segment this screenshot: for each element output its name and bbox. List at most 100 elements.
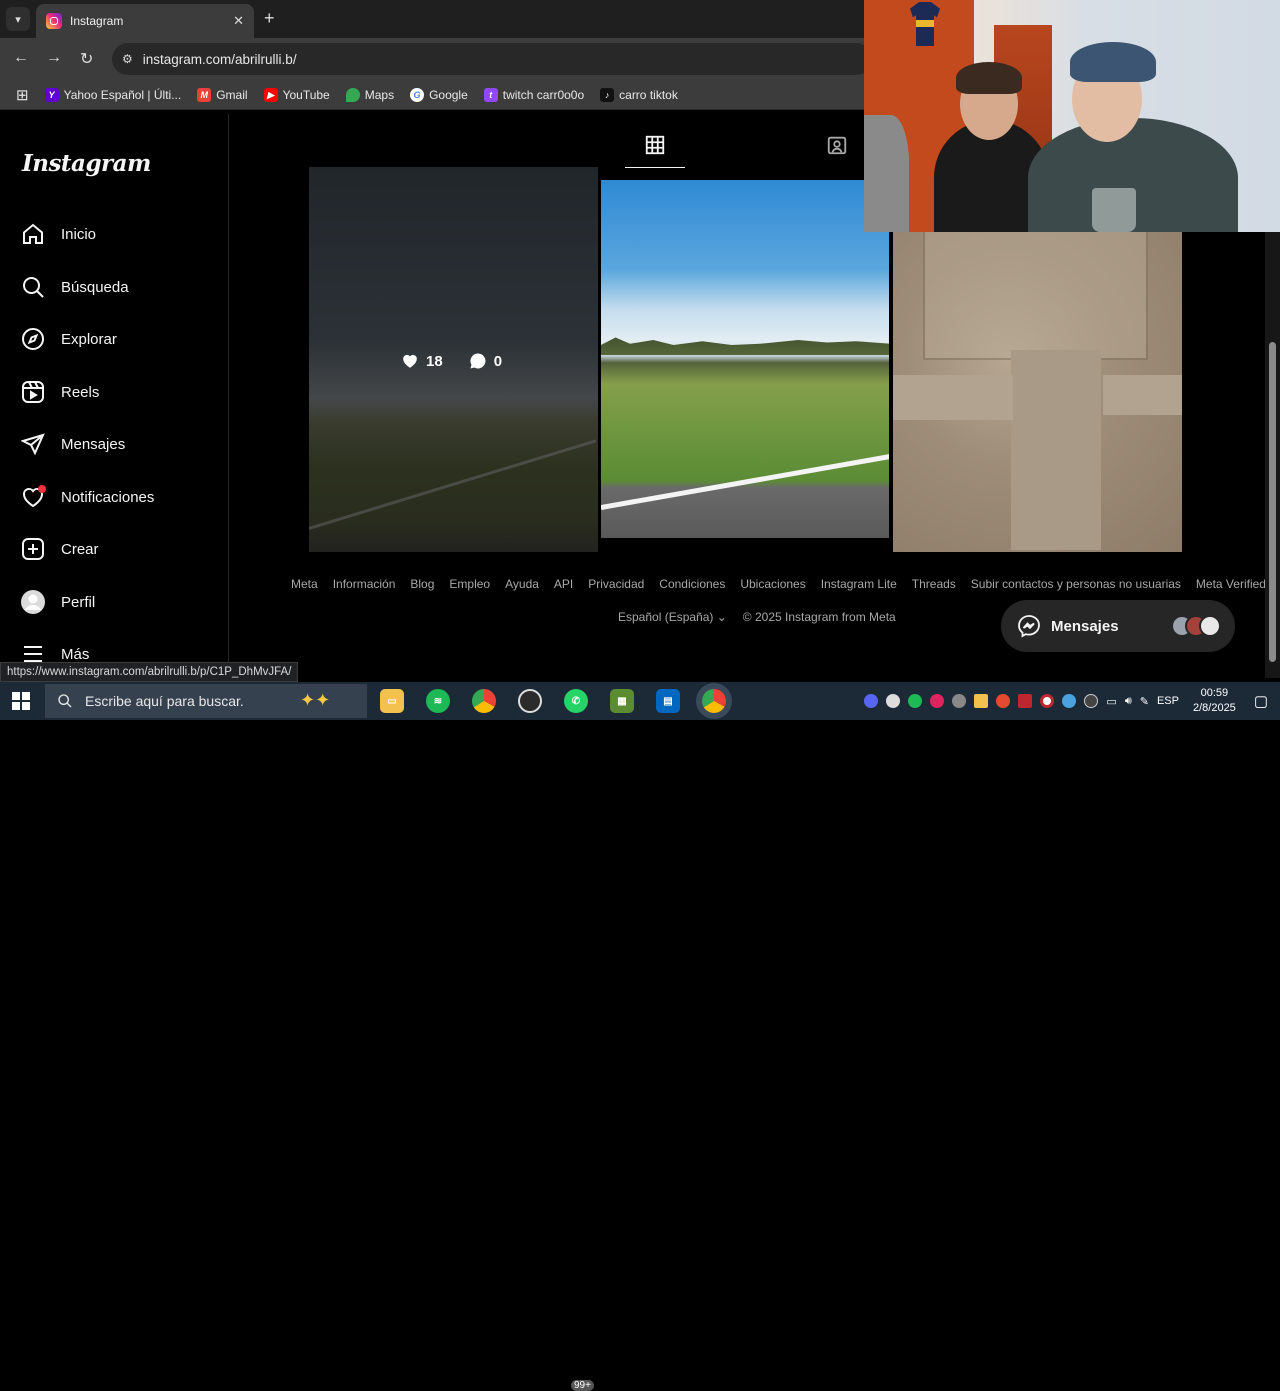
sidebar-item-reels[interactable]: Reels (20, 378, 99, 406)
spotify-tray-icon[interactable] (908, 694, 923, 708)
scrollbar-thumb[interactable] (1269, 342, 1276, 662)
notification-center-icon[interactable]: ▢ (1254, 692, 1268, 710)
bookmark-twitch[interactable]: t twitch carr0o0o (483, 87, 584, 102)
yahoo-icon: Y (44, 87, 59, 102)
tab-title: Instagram (70, 14, 124, 28)
chevron-down-icon: ⌄ (716, 610, 727, 624)
pen-icon[interactable]: ✎ (1140, 695, 1149, 708)
app-tray-icon[interactable] (930, 694, 945, 708)
compass-icon (20, 326, 46, 352)
footer-link[interactable]: Subir contactos y personas no usuarias (971, 577, 1181, 591)
grid-icon (645, 135, 665, 155)
copilot-sparkle-icon[interactable]: ✦✦ (300, 690, 330, 711)
sidebar-item-notificaciones[interactable]: Notificaciones (20, 483, 154, 511)
apps-grid-icon[interactable]: ⊞ (16, 86, 29, 104)
footer-link[interactable]: Información (333, 577, 396, 591)
discord-icon[interactable] (864, 694, 879, 708)
windows-start-icon[interactable] (12, 692, 30, 710)
footer-link[interactable]: Threads (912, 577, 956, 591)
post-image-content (893, 375, 1013, 420)
avatar (1199, 615, 1221, 637)
chrome-active-icon[interactable] (702, 689, 726, 713)
footer-link[interactable]: Empleo (449, 577, 490, 591)
bookmark-maps[interactable]: Maps (345, 87, 394, 102)
sidebar-item-busqueda[interactable]: Búsqueda (20, 273, 129, 301)
app-tray-icon[interactable] (974, 694, 989, 708)
heart-filled-icon (403, 354, 417, 368)
steam-icon[interactable] (886, 694, 901, 708)
clock-time: 00:59 (1200, 687, 1229, 699)
post-image-content (1103, 375, 1182, 415)
gmail-icon: M (197, 87, 212, 102)
plus-square-icon (20, 536, 46, 562)
settings-tray-icon[interactable] (1062, 694, 1077, 708)
whatsapp-icon[interactable]: ✆ (564, 689, 588, 713)
message-avatars (1171, 615, 1221, 637)
back-icon[interactable]: ← (13, 49, 29, 67)
bookmark-tiktok[interactable]: ♪ carro tiktok (600, 87, 678, 102)
footer-link[interactable]: Blog (410, 577, 434, 591)
heart-icon (20, 484, 46, 510)
minecraft-icon[interactable]: ▦ (610, 689, 634, 713)
app-tray-icon[interactable] (996, 694, 1011, 708)
chrome-icon[interactable] (472, 689, 496, 713)
language-indicator[interactable]: ESP (1157, 695, 1179, 707)
likes-count: 18 (426, 352, 443, 370)
post-thumbnail-3[interactable] (893, 230, 1182, 552)
footer-link[interactable]: Meta (291, 577, 318, 591)
sidebar-item-explorar[interactable]: Explorar (20, 325, 117, 353)
webcam-person-arm (864, 115, 909, 232)
clock[interactable]: 00:59 2/8/2025 (1193, 686, 1236, 716)
browser-tab[interactable]: Instagram ✕ (36, 4, 254, 38)
instagram-logo[interactable]: Instagram (22, 150, 151, 177)
twitch-icon: t (483, 87, 498, 102)
obs-icon[interactable] (518, 689, 542, 713)
footer-bottom: Español (España) ⌄ © 2025 Instagram from… (618, 610, 896, 624)
footer-link[interactable]: Ayuda (505, 577, 539, 591)
sidebar-item-perfil[interactable]: Perfil (20, 588, 95, 616)
close-icon[interactable]: ✕ (233, 13, 244, 29)
tab-search-button[interactable]: ▾ (6, 7, 30, 31)
tab-posts[interactable] (625, 134, 685, 168)
reload-icon[interactable]: ↻ (80, 49, 93, 69)
file-explorer-icon[interactable]: ▭ (380, 689, 404, 713)
bookmark-gmail[interactable]: M Gmail (197, 87, 248, 102)
tiktok-icon: ♪ (600, 87, 615, 102)
tab-tagged[interactable] (826, 134, 848, 161)
footer-link[interactable]: Ubicaciones (740, 577, 805, 591)
sidebar-item-inicio[interactable]: Inicio (20, 220, 96, 248)
maps-icon (345, 87, 360, 102)
new-tab-button[interactable]: + (264, 8, 275, 29)
footer-link[interactable]: Privacidad (588, 577, 644, 591)
post-image-content (923, 230, 1148, 360)
avatar-icon (20, 589, 46, 615)
send-icon (20, 431, 46, 457)
site-info-icon[interactable]: ⚙ (122, 52, 133, 66)
sidebar-item-crear[interactable]: Crear (20, 535, 99, 563)
comments-count: 0 (493, 352, 503, 370)
post-thumbnail-2[interactable] (601, 180, 889, 538)
bookmark-google[interactable]: G Google (410, 87, 468, 102)
post-thumbnail-1[interactable]: 18 0 (309, 167, 598, 552)
bookmark-yahoo[interactable]: Y Yahoo Español | Últi... (44, 87, 181, 102)
footer-link[interactable]: Instagram Lite (821, 577, 897, 591)
store-icon[interactable]: ▤ (656, 689, 680, 713)
footer-link[interactable]: API (554, 577, 573, 591)
sidebar-item-mensajes[interactable]: Mensajes (20, 430, 125, 458)
google-icon: G (410, 87, 425, 102)
footer-link[interactable]: Meta Verified (1196, 577, 1266, 591)
network-icon[interactable]: ▭ (1106, 695, 1116, 708)
bookmark-youtube[interactable]: ▶ YouTube (263, 87, 330, 102)
app-tray-icon[interactable] (1084, 694, 1099, 708)
messages-pill-button[interactable]: Mensajes (1001, 600, 1235, 652)
spotify-icon[interactable]: ≋ (426, 689, 450, 713)
app-tray-icon[interactable] (1040, 694, 1055, 708)
address-bar[interactable]: ⚙ instagram.com/abrilrulli.b/ (112, 43, 872, 75)
footer-link[interactable]: Condiciones (659, 577, 725, 591)
footer-links: Meta Información Blog Empleo Ayuda API P… (291, 577, 1266, 591)
language-selector[interactable]: Español (España) ⌄ (618, 610, 727, 624)
forward-icon[interactable]: → (46, 49, 62, 67)
app-tray-icon[interactable] (952, 694, 967, 708)
volume-icon[interactable]: 🔊︎ (1125, 695, 1132, 708)
app-tray-icon[interactable] (1018, 694, 1033, 708)
